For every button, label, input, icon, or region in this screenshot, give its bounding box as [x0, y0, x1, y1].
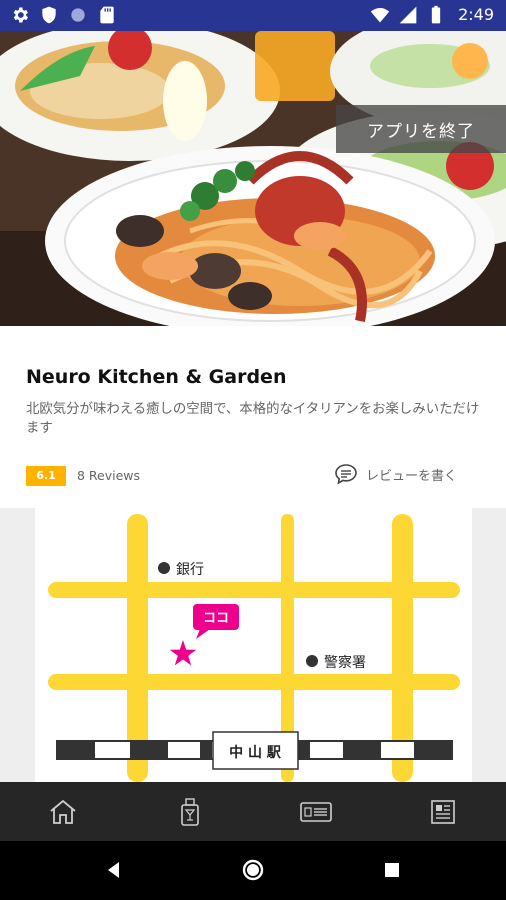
bank-label: 銀行: [176, 562, 204, 578]
wifi-icon: [370, 8, 390, 23]
system-navigation-bar: [0, 841, 506, 900]
nav-news[interactable]: [380, 782, 506, 841]
hero-food-image: アプリを終了: [0, 31, 506, 326]
card-icon: [300, 801, 333, 822]
nav-home[interactable]: [0, 782, 127, 841]
police-label: 警察署: [324, 654, 366, 671]
news-icon: [430, 799, 455, 824]
bank-dot: [158, 562, 170, 574]
restaurant-name: Neuro Kitchen & Garden: [26, 366, 287, 388]
review-count[interactable]: 8 Reviews: [77, 468, 140, 483]
nav-drink-menu[interactable]: [127, 782, 254, 841]
status-time: 2:49: [458, 5, 494, 24]
here-label: ココ: [203, 611, 229, 626]
recents-icon[interactable]: [384, 862, 400, 878]
nav-card[interactable]: [253, 782, 380, 841]
access-map[interactable]: 中 山 駅 銀行 警察署 ココ: [0, 508, 506, 782]
home-icon: [50, 799, 76, 824]
gear-icon: [13, 7, 29, 23]
back-icon[interactable]: [103, 859, 125, 881]
police-dot: [306, 655, 318, 667]
battery-icon: [431, 5, 441, 24]
bottom-navigation: [0, 782, 506, 841]
signal-icon: [399, 6, 417, 24]
restaurant-description: 北欧気分が味わえる癒しの空間で、本格的なイタリアンをお楽しみいただけます: [26, 402, 480, 436]
status-bar: 2:49: [0, 0, 506, 31]
drink-menu-icon: [180, 797, 199, 826]
home-circle-icon[interactable]: [241, 858, 265, 882]
exit-app-button[interactable]: アプリを終了: [336, 105, 506, 153]
shield-icon: [42, 6, 56, 24]
write-review-label: レビューを書く: [366, 468, 458, 484]
write-review-button[interactable]: レビューを書く: [334, 462, 457, 486]
comment-icon: [335, 464, 357, 485]
station-label: 中 山 駅: [229, 744, 282, 761]
circle-icon: [71, 8, 85, 22]
rating-badge: 6.1: [26, 466, 66, 486]
sd-card-icon: [100, 6, 114, 24]
